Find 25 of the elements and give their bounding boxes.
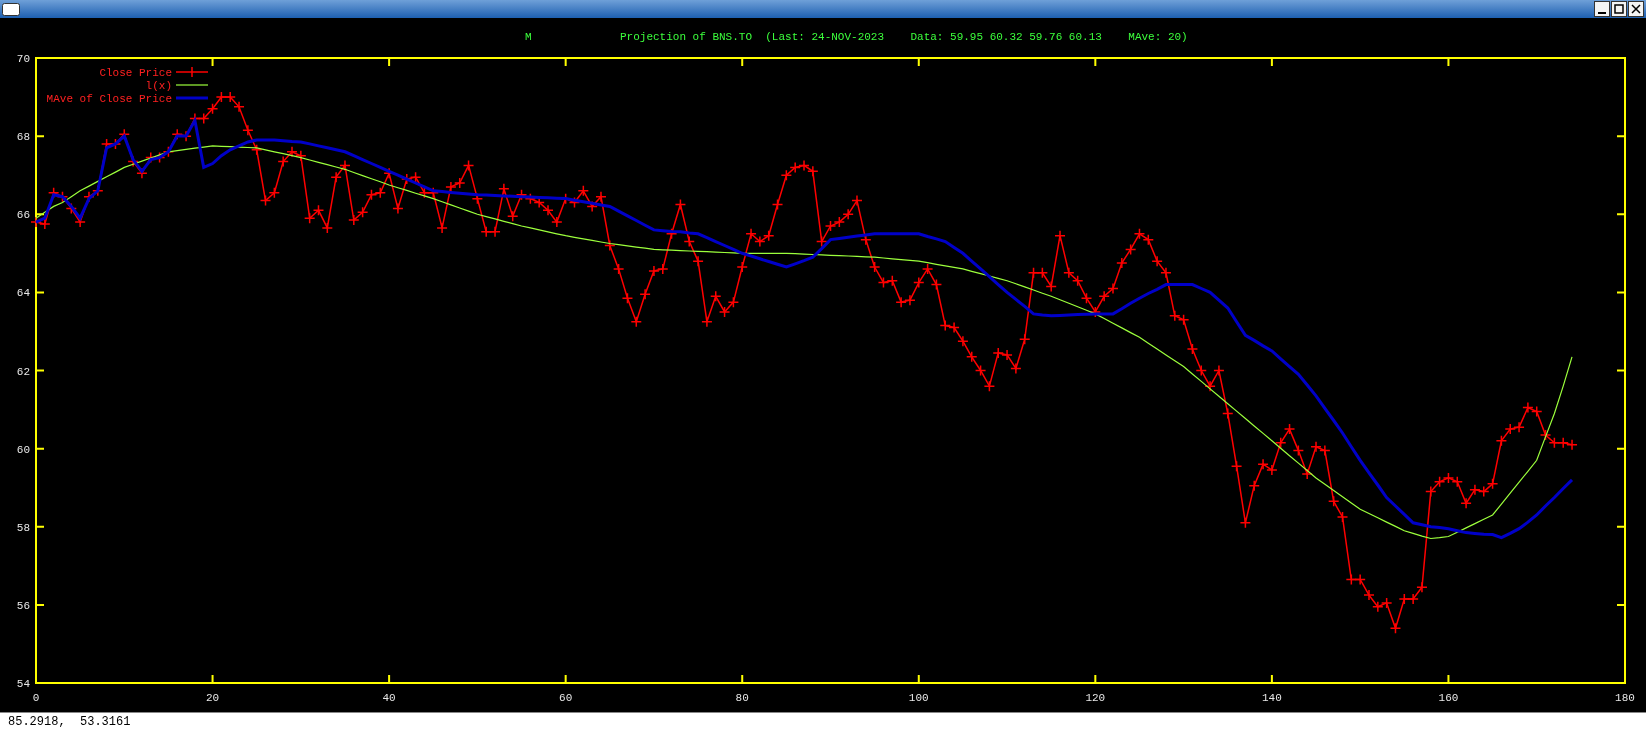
x-tick-label: 140	[1262, 692, 1282, 704]
x-tick-label: 160	[1438, 692, 1459, 704]
chart-title: Projection of BNS.TO (Last: 24-NOV-2023 Data: 59.95 60.32 59.76 60.13 MAve: 20)	[620, 31, 1188, 43]
x-tick-label: 40	[382, 692, 396, 704]
y-tick-label: 62	[16, 365, 30, 378]
x-tick-label: 120	[1085, 692, 1106, 704]
x-tick-label: 20	[205, 692, 220, 704]
y-tick-label: 60	[16, 443, 30, 456]
y-tick-label: 64	[16, 287, 30, 300]
y-tick-label: 66	[16, 209, 30, 222]
x-tick-label: 60	[559, 692, 573, 704]
y-tick-label: 54	[16, 678, 30, 690]
y-tick-label: 70	[16, 53, 30, 65]
plot-label: M	[525, 31, 532, 43]
y-tick-label: 56	[16, 599, 30, 612]
legend-label: l(x)	[145, 80, 172, 92]
y-tick-label: 68	[16, 131, 30, 144]
legend-label: MAve of Close Price	[46, 93, 172, 105]
x-tick-label: 180	[1615, 692, 1635, 704]
x-tick-label: 0	[32, 692, 40, 704]
x-tick-label: 80	[735, 692, 749, 704]
x-tick-label: 100	[908, 692, 929, 704]
y-tick-label: 58	[16, 521, 30, 534]
legend-label: Close Price	[99, 67, 172, 79]
cursor-coordinates: 85.2918, 53.3161	[8, 714, 131, 729]
